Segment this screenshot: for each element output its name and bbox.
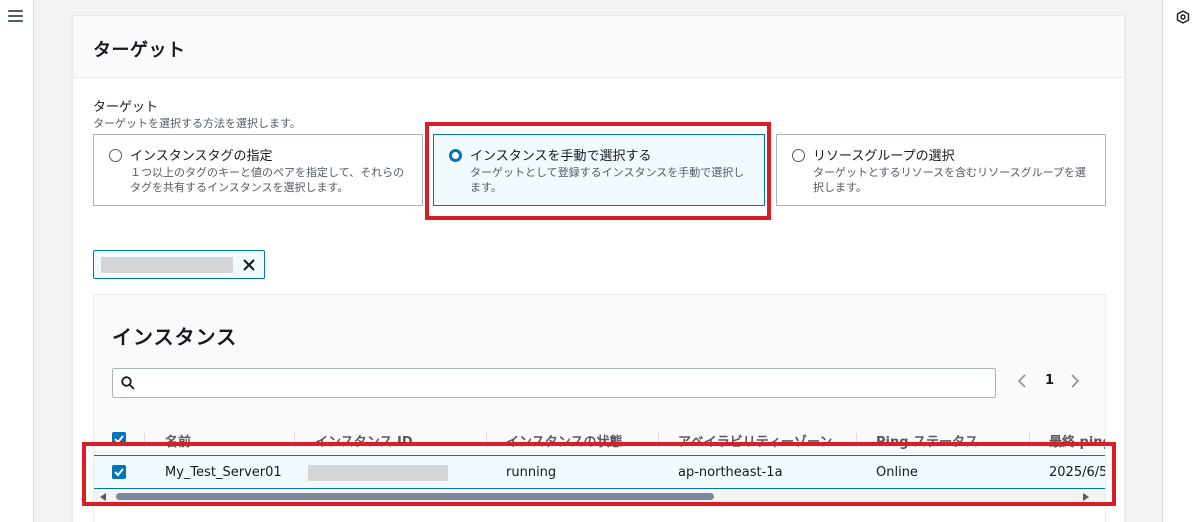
tile-resource-group[interactable]: リソースグループの選択 ターゲットとするリソースを含むリソースグループを選択しま… — [776, 134, 1106, 206]
hamburger-menu-icon[interactable] — [8, 10, 23, 22]
chevron-right-icon[interactable] — [1069, 373, 1081, 389]
search-icon — [121, 376, 135, 390]
close-icon[interactable] — [242, 258, 256, 272]
radio-button[interactable] — [792, 149, 805, 162]
tile-description: ターゲットとするリソースを含むリソースグループを選択します。 — [813, 166, 1086, 194]
redacted-instance-id — [101, 257, 233, 273]
tile-title: リソースグループの選択 — [813, 149, 955, 164]
target-field-description: ターゲットを選択する方法を選択します。 — [93, 117, 301, 130]
info-icon[interactable] — [1176, 10, 1190, 24]
right-tools-rail — [1162, 0, 1200, 522]
radio-button[interactable] — [109, 149, 122, 162]
highlight-box-selected-row — [82, 442, 1116, 506]
search-input[interactable] — [112, 368, 996, 398]
tile-description: １つ以上のタグのキーと値のペアを指定して、それらのタグを共有するインスタンスを選… — [130, 166, 405, 194]
panel-title: ターゲット — [93, 40, 186, 61]
chevron-left-icon[interactable] — [1016, 373, 1028, 389]
left-navigation-rail — [0, 0, 34, 522]
highlight-box-manual-selection — [425, 122, 771, 220]
selected-instance-token — [93, 250, 265, 279]
table-header-area: インスタンス 1 — [94, 295, 1105, 425]
panel-header: ターゲット — [73, 16, 1124, 78]
tile-title: インスタンスタグの指定 — [130, 149, 273, 164]
current-page[interactable]: 1 — [1045, 373, 1054, 388]
instances-title: インスタンス — [112, 325, 238, 349]
target-field-label: ターゲット — [93, 100, 159, 115]
tile-instance-tags[interactable]: インスタンスタグの指定 １つ以上のタグのキーと値のペアを指定して、それらのタグを… — [93, 134, 423, 206]
